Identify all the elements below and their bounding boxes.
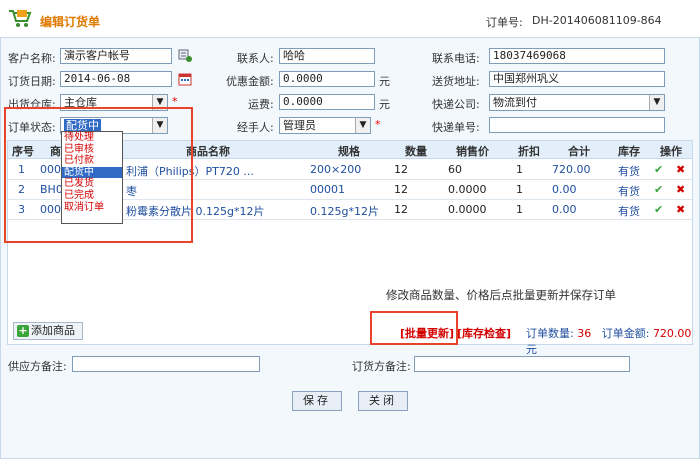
order-amount-value: 720.00: [652, 327, 692, 340]
plus-icon: +: [17, 324, 29, 337]
address-field[interactable]: 中国郑州巩义: [489, 71, 665, 87]
col-header-total: 合计: [568, 145, 590, 158]
row-discount[interactable]: 1: [516, 183, 523, 196]
discount-label: 优惠金额:: [226, 75, 274, 88]
order-number-label: 订单号:: [486, 16, 523, 29]
row-qty[interactable]: 12: [394, 163, 408, 176]
delete-icon[interactable]: ✖: [676, 183, 685, 196]
order-qty-value: 36: [577, 327, 592, 340]
delete-icon[interactable]: ✖: [676, 203, 685, 216]
col-header-qty: 数量: [405, 145, 427, 158]
phone-field[interactable]: 18037469068: [489, 48, 665, 64]
chevron-down-icon: ▼: [355, 118, 370, 133]
customer-field[interactable]: 演示客户帐号: [60, 48, 172, 64]
highlight-box: [370, 311, 458, 345]
col-header-action: 操作: [660, 145, 682, 158]
tracking-field[interactable]: [489, 117, 665, 133]
add-product-label: 添加商品: [31, 324, 75, 337]
chevron-down-icon: ▼: [649, 95, 664, 110]
row-total: 0.00: [552, 183, 577, 196]
row-spec: 00001: [310, 183, 345, 196]
contact-label: 联系人:: [237, 52, 274, 65]
customer-label: 客户名称:: [8, 52, 56, 65]
courier-label: 快递公司:: [432, 98, 480, 111]
save-button[interactable]: 保存: [292, 391, 342, 411]
contact-field[interactable]: 哈哈: [279, 48, 375, 64]
row-total: 0.00: [552, 203, 577, 216]
address-label: 送货地址:: [432, 75, 480, 88]
row-stock: 有货: [618, 205, 640, 218]
delete-icon[interactable]: ✖: [676, 163, 685, 176]
row-discount[interactable]: 1: [516, 203, 523, 216]
row-price[interactable]: 60: [448, 163, 462, 176]
order-summary: 订单数量: 36 订单金额: 720.00 元: [526, 325, 692, 357]
handler-select[interactable]: 管理员 ▼: [279, 117, 371, 134]
row-stock: 有货: [618, 185, 640, 198]
handler-label: 经手人:: [237, 121, 274, 134]
discount-unit: 元: [379, 75, 390, 88]
discount-field[interactable]: 0.0000: [279, 71, 375, 87]
row-stock: 有货: [618, 165, 640, 178]
title-bar: 编辑订货单 订单号: DH-201406081109-864: [0, 0, 700, 38]
calendar-icon[interactable]: [178, 72, 192, 86]
order-number-value: DH-201406081109-864: [532, 14, 662, 27]
row-price[interactable]: 0.0000: [448, 203, 487, 216]
col-header-stock: 库存: [618, 145, 640, 158]
col-header-discount: 折扣: [518, 145, 540, 158]
phone-label: 联系电话:: [432, 52, 480, 65]
row-spec: 0.125g*12片: [310, 205, 379, 218]
row-discount[interactable]: 1: [516, 163, 523, 176]
courier-select[interactable]: 物流到付 ▼: [489, 94, 665, 111]
tracking-label: 快递单号:: [432, 121, 480, 134]
freight-unit: 元: [379, 98, 390, 111]
order-qty-label: 订单数量:: [526, 327, 574, 340]
supplier-remark-label: 供应方备注:: [8, 360, 67, 373]
select-customer-icon[interactable]: [178, 48, 192, 62]
check-icon[interactable]: ✔: [654, 183, 663, 196]
shopping-cart-icon: [9, 10, 32, 27]
row-spec: 200×200: [310, 163, 362, 176]
row-qty[interactable]: 12: [394, 203, 408, 216]
date-label: 订货日期:: [8, 75, 56, 88]
buyer-remark-label: 订货方备注:: [352, 360, 411, 373]
required-mark: *: [375, 118, 381, 131]
order-amount-unit: 元: [526, 343, 537, 356]
freight-field[interactable]: 0.0000: [279, 94, 375, 110]
supplier-remark-field[interactable]: [72, 356, 260, 372]
close-button[interactable]: 关闭: [358, 391, 408, 411]
page-title: 编辑订货单: [40, 15, 101, 29]
date-field[interactable]: 2014-06-08: [60, 71, 172, 87]
freight-label: 运费:: [248, 98, 274, 111]
courier-selected: 物流到付: [493, 96, 537, 109]
highlight-box: [4, 107, 193, 243]
batch-update-hint: 修改商品数量、价格后点批量更新并保存订单: [386, 288, 616, 302]
col-header-spec: 规格: [338, 145, 360, 158]
handler-selected: 管理员: [283, 119, 316, 132]
buyer-remark-field[interactable]: [414, 356, 630, 372]
add-product-button[interactable]: + 添加商品: [13, 322, 83, 340]
order-amount-label: 订单金额:: [601, 327, 650, 340]
check-icon[interactable]: ✔: [654, 163, 663, 176]
row-total: 720.00: [552, 163, 591, 176]
stock-check-link[interactable]: [库存检查]: [457, 325, 511, 341]
check-icon[interactable]: ✔: [654, 203, 663, 216]
col-header-price: 销售价: [456, 145, 489, 158]
row-qty[interactable]: 12: [394, 183, 408, 196]
row-price[interactable]: 0.0000: [448, 183, 487, 196]
